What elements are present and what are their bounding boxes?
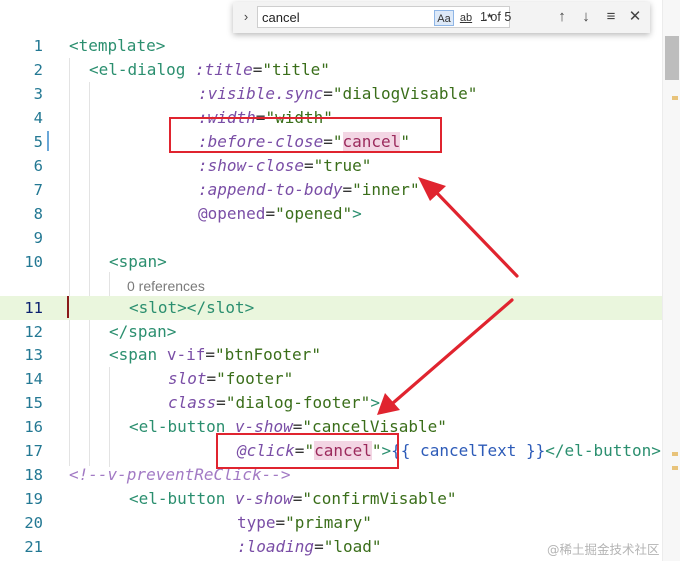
match-case-toggle[interactable]: Aa [434,10,454,26]
next-match-arrow-down-icon[interactable]: ↓ [577,8,595,26]
overview-ruler-mark [672,466,678,470]
arrow-to-line-7 [434,190,519,278]
overview-ruler-mark [672,452,678,456]
overview-ruler-mark [672,96,678,100]
annotation-arrows [377,177,519,415]
find-in-selection-icon[interactable]: ≡ [602,8,620,26]
scrollbar-thumb[interactable] [665,36,679,80]
close-icon[interactable]: ✕ [626,8,644,26]
find-widget: › Aa ab .* 1 of 5 ↑ ↓ ≡ ✕ [233,2,650,33]
code-editor[interactable]: 1 <template> 2 <el-dialog :title="title"… [0,0,680,561]
find-input[interactable] [260,8,414,26]
arrow-to-line-15 [391,298,514,405]
vertical-scrollbar[interactable] [662,0,680,561]
find-input-box[interactable]: Aa ab .* [257,6,510,28]
previous-match-arrow-up-icon[interactable]: ↑ [553,8,571,26]
toggle-replace-chevron-icon[interactable]: › [237,7,255,27]
match-whole-word-toggle[interactable]: ab [456,10,476,26]
arrow-head [377,393,400,415]
match-count: 1 of 5 [480,10,512,24]
watermark: @稀土掘金技术社区 [547,542,660,557]
